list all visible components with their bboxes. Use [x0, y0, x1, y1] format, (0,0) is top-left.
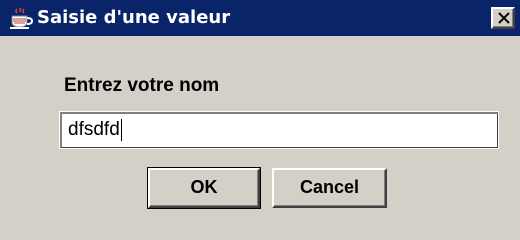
- title-bar[interactable]: Saisie d'une valeur: [0, 0, 520, 36]
- close-button[interactable]: [491, 7, 515, 29]
- name-input[interactable]: dfsdfd: [59, 111, 499, 149]
- close-icon: [498, 12, 510, 24]
- text-caret: [120, 118, 122, 141]
- ok-button[interactable]: OK: [147, 167, 261, 209]
- cancel-button[interactable]: Cancel: [272, 168, 387, 208]
- input-dialog-window: Saisie d'une valeur Entrez votre nom dfs…: [0, 0, 520, 240]
- window-title: Saisie d'une valeur: [37, 7, 231, 28]
- java-cup-icon: [7, 6, 34, 30]
- name-input-value: dfsdfd: [68, 119, 120, 140]
- prompt-label: Entrez votre nom: [64, 75, 220, 96]
